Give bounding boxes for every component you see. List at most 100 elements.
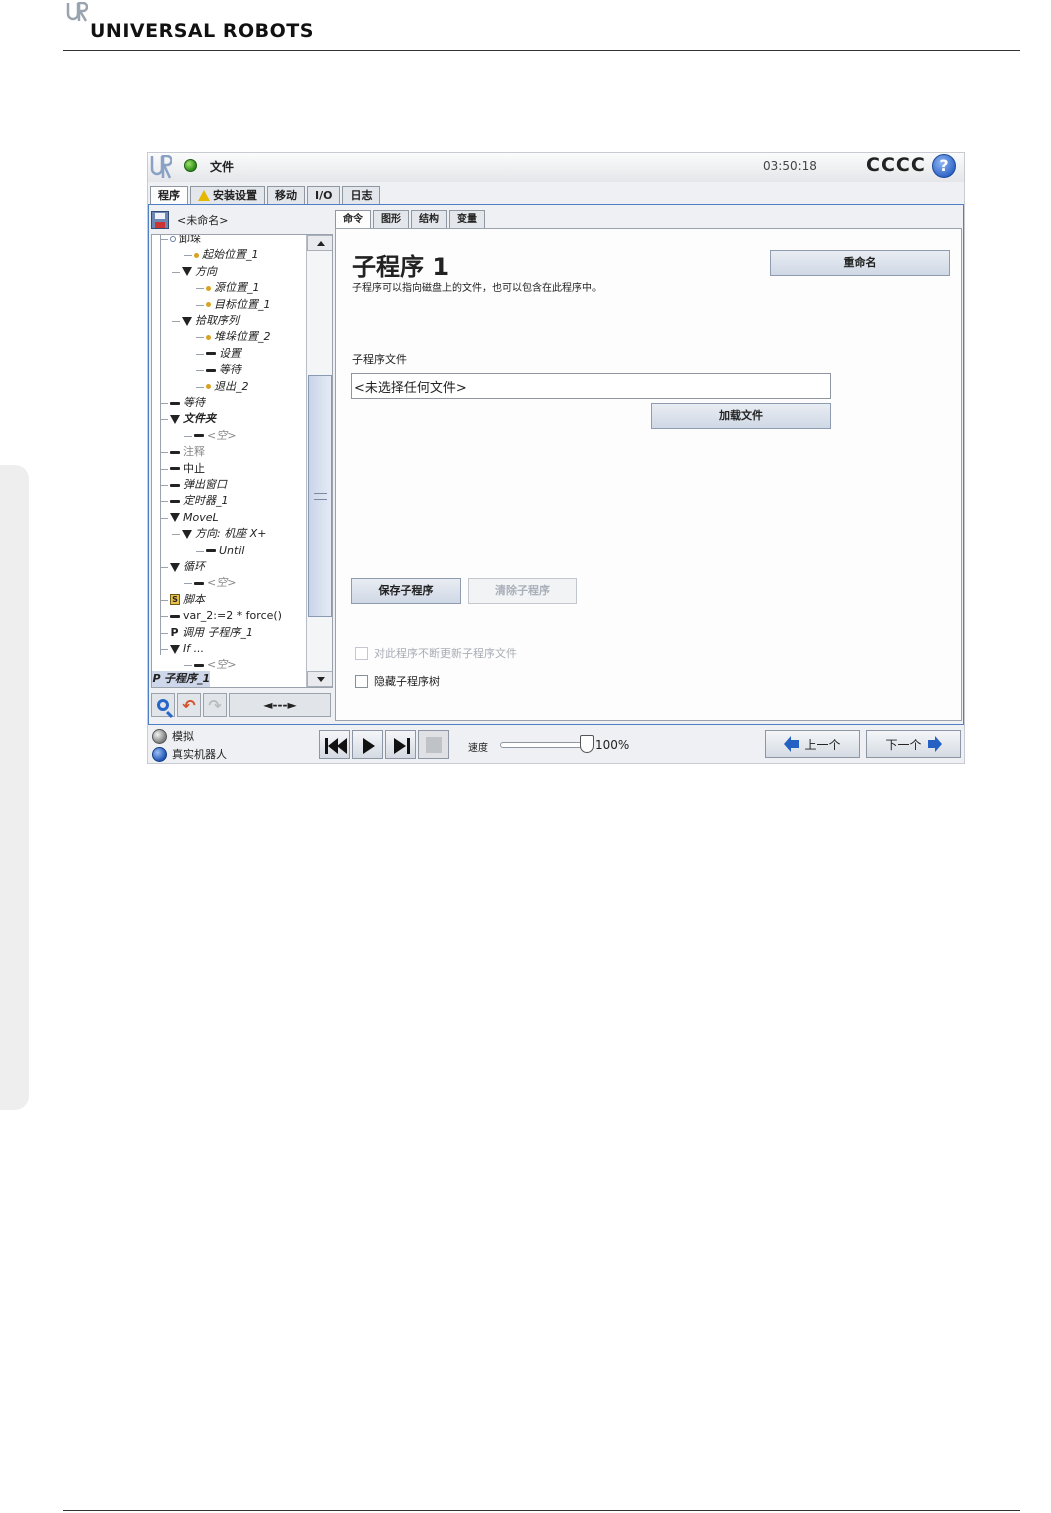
command-icon: [194, 434, 204, 438]
tree-node-label: 拾取序列: [195, 314, 239, 327]
tree-node-label: 目标位置_1: [214, 297, 271, 311]
scroll-thumb[interactable]: [308, 375, 332, 617]
rename-button[interactable]: 重命名: [770, 250, 950, 276]
tab-program[interactable]: 程序: [150, 186, 188, 204]
no-update-option[interactable]: 对此程序不断更新子程序文件: [355, 645, 517, 661]
rewind-button[interactable]: [319, 730, 350, 759]
tree-node[interactable]: 目标位置_1: [206, 297, 271, 313]
tab-variables[interactable]: 变量: [449, 210, 485, 228]
load-file-button[interactable]: 加载文件: [651, 403, 831, 429]
tab-graphics[interactable]: 图形: [373, 210, 409, 228]
save-subprogram-button[interactable]: 保存子程序: [351, 578, 461, 604]
pallet-icon: [170, 236, 176, 242]
tree-node[interactable]: 中止: [170, 461, 205, 477]
tree-node-label: 文件夹: [183, 412, 216, 426]
tree-node[interactable]: <空>: [194, 575, 236, 591]
tree-node-label: 等待: [183, 396, 205, 409]
tree-guide-line: [184, 665, 192, 667]
tab-io[interactable]: I/O: [307, 186, 341, 204]
clear-subprogram-button[interactable]: 清除子程序: [468, 578, 577, 604]
redo-button[interactable]: ↷: [203, 693, 227, 717]
speed-slider[interactable]: [500, 742, 592, 748]
hide-tree-option[interactable]: 隐藏子程序树: [355, 673, 440, 689]
tree-guide-line: [196, 386, 204, 388]
tree-node[interactable]: 弹出窗口: [170, 477, 227, 493]
undo-icon: ↶: [182, 695, 196, 715]
simulation-label: 模拟: [172, 730, 194, 743]
tree-node[interactable]: <空>: [194, 428, 236, 444]
tree-node[interactable]: 等待: [170, 395, 205, 411]
simulation-radio-icon[interactable]: [152, 728, 167, 744]
speed-slider-handle[interactable]: [580, 735, 594, 753]
undo-button[interactable]: ↶: [177, 693, 201, 717]
step-button[interactable]: [385, 730, 416, 759]
tree-node-selected[interactable]: P 子程序_1: [152, 671, 211, 687]
tree-guide-line: [160, 632, 168, 634]
robot-status-icon[interactable]: [184, 159, 197, 172]
tab-structure[interactable]: 结构: [411, 210, 447, 228]
tree-node[interactable]: If ...: [170, 641, 204, 657]
tree-node[interactable]: S 脚本: [170, 592, 205, 608]
help-icon[interactable]: ?: [932, 154, 956, 178]
tree-node[interactable]: 拾取序列: [182, 313, 239, 329]
move-node-button[interactable]: ◄---►: [229, 693, 331, 717]
hide-tree-checkbox[interactable]: [355, 674, 368, 688]
command-icon: [170, 483, 180, 487]
tree-node[interactable]: MoveL: [170, 510, 219, 526]
next-button[interactable]: 下一个: [866, 730, 961, 758]
save-icon[interactable]: [151, 211, 169, 229]
tree-toolbar: ↶ ↷ ◄---►: [151, 693, 331, 717]
folder-expand-icon: [182, 529, 192, 539]
no-update-checkbox[interactable]: [355, 646, 368, 660]
tree-node[interactable]: 堆垛位置_2: [206, 329, 271, 345]
previous-button[interactable]: 上一个: [765, 730, 860, 758]
tree-node-label: 起始位置_1: [202, 248, 259, 262]
tree-node[interactable]: 定时器_1: [170, 493, 229, 509]
tree-guide-line: [160, 567, 168, 568]
tree-guide-line: [160, 517, 168, 519]
stop-button[interactable]: [418, 730, 449, 759]
search-button[interactable]: [151, 693, 175, 717]
tree-node[interactable]: P 调用 子程序_1: [170, 625, 253, 641]
tree-node[interactable]: 等待: [206, 362, 241, 378]
simulation-radio[interactable]: 模拟: [152, 728, 194, 744]
command-icon: [170, 467, 180, 471]
tree-node[interactable]: 方向: 机座 X+: [182, 526, 266, 542]
tree-node-label: MoveL: [183, 510, 219, 524]
tree-node[interactable]: 卸垛: [170, 235, 201, 247]
scroll-up-button[interactable]: [307, 235, 332, 251]
play-button[interactable]: [352, 730, 383, 759]
program-tab-content: <未命名> 卸垛 起始位置_1 方向 源位置_1 目标位置_1 拾取序列 堆垛位置_2 设置等…: [148, 204, 964, 725]
scroll-down-button[interactable]: [307, 671, 332, 687]
tree-node[interactable]: 注释: [170, 444, 205, 460]
main-tabs: 程序 安装设置 移动 I/O 日志: [150, 186, 382, 204]
subprogram-file-field[interactable]: [351, 373, 831, 399]
file-menu[interactable]: 文件: [210, 158, 234, 175]
tree-node[interactable]: 设置: [206, 346, 241, 362]
program-tree: 卸垛 起始位置_1 方向 源位置_1 目标位置_1 拾取序列 堆垛位置_2 设置 等待 退出_2 等…: [151, 234, 333, 688]
real-robot-radio-icon[interactable]: [152, 746, 167, 762]
folder-expand-icon: [182, 316, 192, 326]
tree-scrollbar[interactable]: [306, 235, 332, 687]
tab-move[interactable]: 移动: [267, 186, 305, 204]
tree-node[interactable]: 退出_2: [206, 379, 249, 395]
tab-log[interactable]: 日志: [342, 186, 381, 204]
tree-guide-line: [196, 304, 204, 306]
tree-node[interactable]: 方向: [182, 264, 217, 280]
tree-guide-line: [196, 353, 204, 355]
tree-guide-line: [196, 370, 204, 372]
tree-node[interactable]: 源位置_1: [206, 280, 260, 296]
ur-logo-icon[interactable]: [150, 155, 172, 179]
tree-node[interactable]: 循环: [170, 559, 205, 575]
subprogram-file-label: 子程序文件: [352, 353, 407, 366]
tree-guide-line: [184, 435, 192, 437]
real-robot-radio[interactable]: 真实机器人: [152, 746, 227, 762]
tree-guide-line: [196, 550, 204, 552]
tab-installation[interactable]: 安装设置: [190, 186, 265, 204]
tab-command[interactable]: 命令: [335, 210, 371, 228]
tree-node[interactable]: 起始位置_1: [194, 247, 259, 263]
tree-node[interactable]: Until: [206, 543, 244, 559]
tree-node[interactable]: var_2:=2 * force(): [170, 608, 282, 624]
tree-node[interactable]: 文件夹: [170, 411, 216, 427]
waypoint-icon: [206, 384, 211, 390]
